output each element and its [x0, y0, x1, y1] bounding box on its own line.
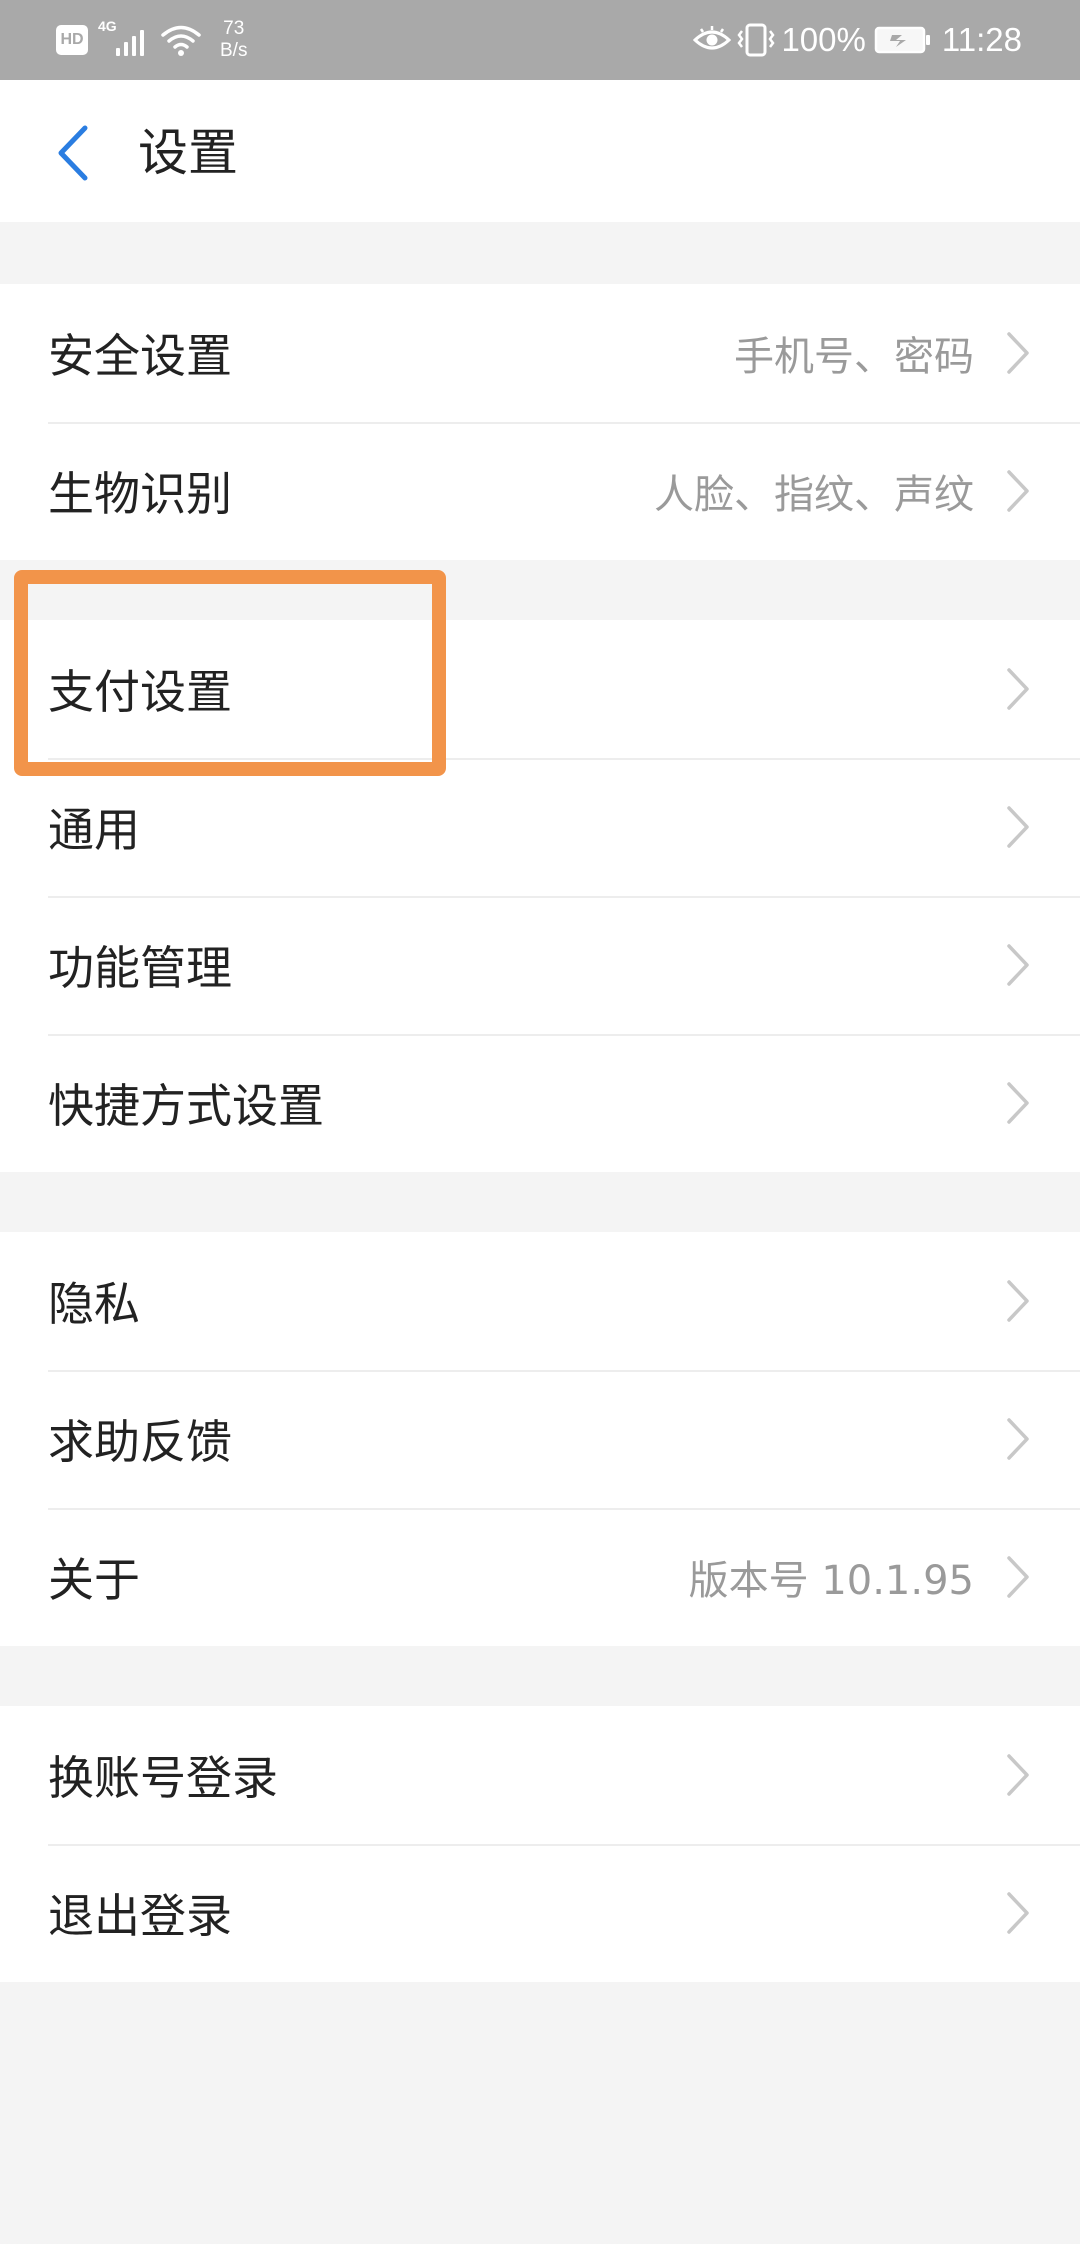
- wifi-icon: [161, 25, 201, 56]
- settings-item-label: 支付设置: [48, 665, 232, 719]
- status-bar: HD 4G 73 B/s 100% 11:28: [0, 0, 1080, 80]
- hd-badge: HD: [56, 25, 88, 55]
- eye-comfort-icon: [693, 26, 732, 50]
- settings-group-features: 支付设置 通用 功能管理 快捷方式设置: [0, 620, 1080, 1172]
- chevron-right-icon: [1007, 944, 1029, 986]
- settings-item-label: 求助反馈: [48, 1415, 232, 1469]
- chevron-right-icon: [1007, 1082, 1029, 1124]
- chevron-left-icon: [58, 125, 88, 181]
- settings-item-privacy[interactable]: 隐私: [0, 1232, 1080, 1370]
- network-speed-unit: B/s: [220, 40, 248, 61]
- settings-item-biometrics[interactable]: 生物识别 人脸、指纹、声纹: [0, 422, 1080, 560]
- settings-item-value: 手机号、密码: [734, 334, 974, 380]
- chevron-right-icon: [1007, 332, 1029, 374]
- chevron-right-icon: [1007, 1280, 1029, 1322]
- settings-item-general[interactable]: 通用: [0, 758, 1080, 896]
- settings-group-account: 安全设置 手机号、密码 生物识别 人脸、指纹、声纹: [0, 284, 1080, 560]
- network-speed: 73 B/s: [220, 18, 247, 62]
- page-title: 设置: [138, 124, 238, 182]
- chevron-right-icon: [1007, 1418, 1029, 1460]
- settings-item-about[interactable]: 关于 版本号 10.1.95: [0, 1508, 1080, 1646]
- chevron-right-icon: [1007, 668, 1029, 710]
- settings-item-value: 人脸、指纹、声纹: [654, 472, 974, 518]
- settings-item-shortcuts[interactable]: 快捷方式设置: [0, 1034, 1080, 1172]
- app-header: 设置: [0, 80, 1080, 222]
- chevron-right-icon: [1007, 470, 1029, 512]
- network-speed-value: 73: [223, 18, 245, 39]
- settings-item-label: 通用: [48, 803, 140, 857]
- chevron-right-icon: [1007, 1892, 1029, 1934]
- settings-item-value: 版本号 10.1.95: [688, 1558, 974, 1604]
- settings-item-label: 安全设置: [48, 329, 232, 383]
- settings-item-payment[interactable]: 支付设置: [0, 620, 1080, 758]
- settings-item-feedback[interactable]: 求助反馈: [0, 1370, 1080, 1508]
- clock: 11:28: [941, 21, 1022, 58]
- cellular-signal-icon: 4G: [98, 18, 152, 60]
- settings-item-switch-account[interactable]: 换账号登录: [0, 1706, 1080, 1844]
- settings-group-session: 换账号登录 退出登录: [0, 1706, 1080, 1982]
- back-button[interactable]: [48, 120, 96, 186]
- status-left: HD 4G 73 B/s: [56, 18, 247, 62]
- chevron-right-icon: [1007, 1556, 1029, 1598]
- network-type: 4G: [98, 18, 117, 34]
- chevron-right-icon: [1007, 806, 1029, 848]
- settings-item-label: 生物识别: [48, 467, 232, 521]
- settings-item-security[interactable]: 安全设置 手机号、密码: [0, 284, 1080, 422]
- settings-item-logout[interactable]: 退出登录: [0, 1844, 1080, 1982]
- settings-item-label: 关于: [48, 1553, 140, 1607]
- settings-item-label: 隐私: [48, 1277, 140, 1331]
- settings-item-feature-management[interactable]: 功能管理: [0, 896, 1080, 1034]
- settings-group-info: 隐私 求助反馈 关于 版本号 10.1.95: [0, 1232, 1080, 1646]
- vibrate-icon: [737, 23, 776, 57]
- settings-item-label: 快捷方式设置: [48, 1079, 324, 1133]
- battery-charging-icon: [874, 26, 930, 54]
- battery-percent: 100%: [781, 21, 866, 58]
- settings-item-label: 退出登录: [48, 1889, 232, 1943]
- settings-item-label: 功能管理: [48, 941, 232, 995]
- settings-item-label: 换账号登录: [48, 1751, 278, 1805]
- status-right: 100% 11:28: [693, 18, 1022, 62]
- chevron-right-icon: [1007, 1754, 1029, 1796]
